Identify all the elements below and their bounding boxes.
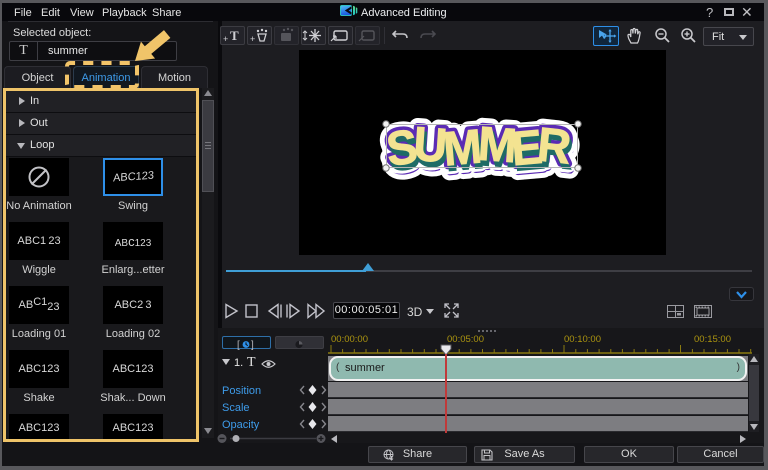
svg-text:+: +	[223, 34, 228, 44]
svg-text:00:10:00: 00:10:00	[564, 334, 601, 345]
svg-text:]: ]	[251, 340, 254, 350]
svg-text:+: +	[250, 34, 255, 44]
svg-text:00:15:00: 00:15:00	[694, 334, 731, 345]
svg-text:T: T	[230, 28, 239, 43]
svg-text:[: [	[237, 340, 240, 350]
svg-text:00:00:00: 00:00:00	[331, 334, 368, 345]
